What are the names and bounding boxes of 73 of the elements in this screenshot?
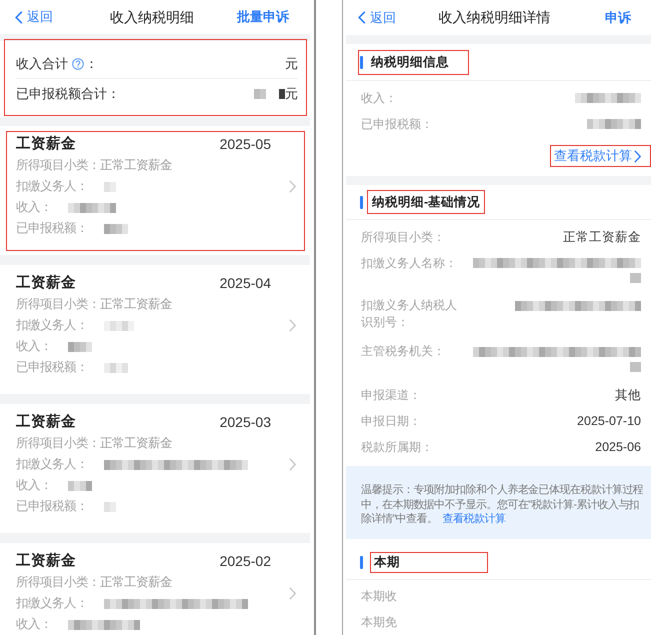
field-label: 申报日期： <box>361 412 422 430</box>
appeal-button[interactable]: 申诉 <box>605 8 631 28</box>
field-label: 所得项目小类： <box>16 157 100 174</box>
tax-period: 2025-04 <box>220 274 271 293</box>
income-type: 工资薪金 <box>16 412 76 432</box>
field-label: 已申报税额： <box>16 359 88 376</box>
field-label: 已申报税额： <box>361 116 434 132</box>
tax-period: 2025-02 <box>220 552 271 571</box>
field-label: 已申报税额： <box>16 498 88 516</box>
section-heading: 本期 <box>374 554 400 572</box>
field-value: 正常工资薪金 <box>100 574 172 592</box>
field-label: 收入： <box>16 338 52 356</box>
field-value: 正常工资薪金 <box>100 157 172 174</box>
field-label: 本期收 <box>361 588 398 605</box>
chevron-right-icon <box>634 150 641 162</box>
income-type: 工资薪金 <box>16 274 76 293</box>
record-card[interactable]: 工资薪金 2025-04 所得项目小类：正常工资薪金 扣缴义务人： 收入： 已申报税额： <box>0 265 310 394</box>
chevron-left-icon <box>358 11 366 24</box>
notice-text: 温馨提示：专项附加扣除和个人养老金已体现在税款计算过程中，在本期数据中不予显示。您可在"税款计算-累计收入与扣除详情"中查看。 查看税款计算 <box>361 483 644 526</box>
field-label: 扣缴义务人： <box>16 456 88 474</box>
record-card[interactable]: 工资薪金 2025-02 所得项目小类：正常工资薪金 扣缴义务人： 收入： <box>0 543 310 635</box>
field-label: 已申报税额： <box>16 220 88 238</box>
page-title: 收入纳税明细详情 <box>438 8 550 27</box>
currency-unit: 元 <box>285 85 298 104</box>
summary-label: 收入合计 <box>16 54 68 73</box>
income-type: 工资薪金 <box>16 552 76 571</box>
tax-period: 2025-03 <box>220 413 271 432</box>
page-title: 收入纳税明细 <box>110 8 194 26</box>
field-value: 正常工资薪金 <box>100 296 172 314</box>
field-label: 申报渠道： <box>361 386 422 404</box>
appeal-button[interactable]: 批量申诉 <box>237 7 289 27</box>
field-value: 2025-06 <box>595 438 641 456</box>
field-label: 所得项目小类： <box>16 296 100 314</box>
chevron-right-icon <box>289 458 296 471</box>
chevron-right-icon <box>289 586 296 600</box>
field-label: 扣缴义务人： <box>16 595 88 612</box>
accent-bar-icon <box>360 56 363 68</box>
label-colon: ： <box>85 54 98 73</box>
field-value: 正常工资薪金 <box>100 435 172 452</box>
view-tax-calculation-link[interactable]: 查看税款计算 <box>554 146 641 166</box>
field-label: 所得项目小类： <box>16 574 100 592</box>
summary-label: 已申报税额合计： <box>16 85 120 104</box>
tax-period: 2025-05 <box>220 135 271 154</box>
field-label: 扣缴义务人纳税人识别号： <box>361 297 458 331</box>
chevron-right-icon <box>289 319 296 332</box>
chevron-right-icon <box>289 180 296 193</box>
field-label: 扣缴义务人： <box>16 178 88 196</box>
field-label: 税款所属期： <box>361 438 434 456</box>
field-value: 其他 <box>615 386 641 404</box>
back-button[interactable]: 返回 <box>358 8 396 28</box>
field-label: 收入： <box>361 90 398 106</box>
field-label: 主管税务机关： <box>361 343 446 360</box>
income-type: 工资薪金 <box>16 134 76 154</box>
field-value: 2025-07-10 <box>577 412 641 430</box>
field-label: 所得项目小类： <box>361 228 446 246</box>
field-label: 本期免 <box>361 614 398 631</box>
record-card[interactable]: 工资薪金 2025-05 所得项目小类：正常工资薪金 扣缴义务人： 收入： 已申报税额： <box>0 126 310 255</box>
section-heading: 纳税明细-基础情况 <box>372 194 480 211</box>
field-label: 所得项目小类： <box>16 435 100 452</box>
field-label: 扣缴义务人名称： <box>361 254 458 272</box>
record-card[interactable]: 工资薪金 2025-03 所得项目小类：正常工资薪金 扣缴义务人： 收入： 已申报税额： <box>0 404 310 533</box>
back-button[interactable]: 返回 <box>15 7 53 27</box>
accent-bar-icon <box>360 196 363 208</box>
currency-unit: 元 <box>285 54 298 73</box>
field-label: 收入： <box>16 199 52 216</box>
field-label: 扣缴义务人： <box>16 317 88 334</box>
view-tax-calculation-link[interactable]: 查看税款计算 <box>442 513 506 525</box>
field-label: 收入： <box>16 477 52 494</box>
chevron-left-icon <box>15 10 23 24</box>
section-heading: 纳税明细信息 <box>371 54 449 71</box>
field-label: 收入： <box>16 616 52 634</box>
accent-bar-icon <box>360 556 363 569</box>
field-value: 正常工资薪金 <box>563 228 641 246</box>
